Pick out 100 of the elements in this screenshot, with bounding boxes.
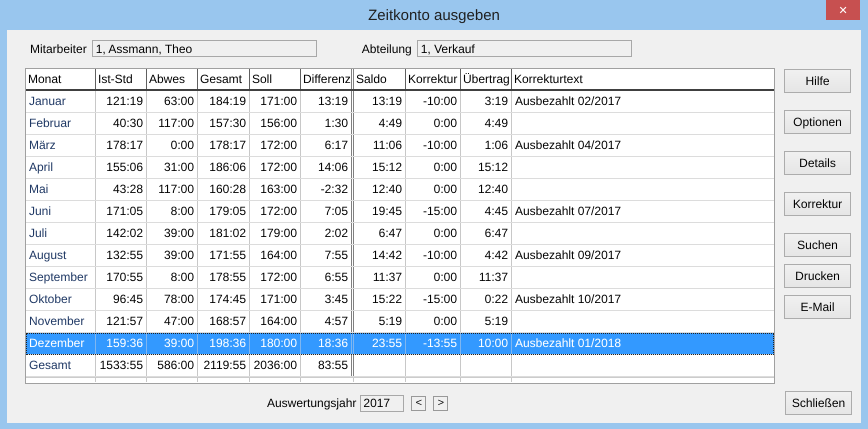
table-cell: 11:37 [461, 267, 512, 288]
column-header[interactable]: Abwes [147, 69, 198, 89]
side-button[interactable]: Korrektur [784, 192, 851, 216]
table-cell: 171:55 [198, 245, 250, 266]
table-cell: 171:00 [250, 91, 301, 112]
table-cell: Dezember [26, 333, 96, 354]
table-cell: 117:00 [147, 179, 198, 200]
table-cell: 40:30 [96, 113, 147, 134]
table-cell: Februar [26, 113, 96, 134]
side-button[interactable]: Hilfe [784, 69, 851, 93]
table-cell: -10:00 [406, 245, 461, 266]
table-cell: 11:37 [354, 267, 406, 288]
table-cell: Gesamt [26, 355, 96, 376]
table-cell: 12:40 [461, 179, 512, 200]
side-button[interactable]: Details [784, 151, 851, 175]
table-cell: 172:00 [250, 157, 301, 178]
column-header[interactable]: Saldo [354, 69, 406, 89]
table-cell: 8:00 [147, 201, 198, 222]
table-cell: Ausbezahlt 07/2017 [512, 201, 774, 222]
column-header[interactable]: Monat [26, 69, 96, 89]
table-cell: 7:05 [301, 201, 354, 222]
table-cell: 178:17 [198, 135, 250, 156]
table-cell: Juli [26, 223, 96, 244]
table-cell: 171:00 [250, 289, 301, 310]
close-button[interactable]: Schließen [785, 391, 852, 415]
table-cell: -2:32 [301, 179, 354, 200]
table-cell: 164:00 [250, 311, 301, 332]
table-cell: 198:36 [198, 333, 250, 354]
table-cell: 181:02 [198, 223, 250, 244]
table-row[interactable]: Juni 171:05 8:00 179:05 172:00 7:05 19:45 -15:00 4:45 Ausbezahlt 07/2017 [26, 201, 774, 223]
table-cell: 11:06 [354, 135, 406, 156]
table-cell: 155:06 [96, 157, 147, 178]
table-cell: 4:49 [354, 113, 406, 134]
side-button[interactable]: Suchen [784, 233, 851, 257]
table-cell: Ausbezahlt 10/2017 [512, 289, 774, 310]
column-header[interactable]: Ist-Std [96, 69, 147, 89]
table-cell: 179:00 [250, 223, 301, 244]
column-header[interactable]: Differenz [301, 69, 354, 89]
table-row[interactable]: Januar 121:19 63:00 184:19 171:00 13:19 13:19 -10:00 3:19 Ausbezahlt 02/2017 [26, 91, 774, 113]
table-cell: 13:19 [354, 91, 406, 112]
table-cell: 160:28 [198, 179, 250, 200]
table-cell: 7:55 [301, 245, 354, 266]
side-button[interactable]: Optionen [784, 110, 851, 134]
table-cell: 15:22 [354, 289, 406, 310]
table-cell: 83:55 [301, 355, 354, 376]
field-label: Abteilung [362, 42, 412, 56]
table-cell: Ausbezahlt 04/2017 [512, 135, 774, 156]
table-cell: 180:00 [250, 333, 301, 354]
previous-button[interactable]: < [411, 396, 426, 410]
close-icon[interactable]: ✕ [826, 0, 860, 20]
column-header[interactable]: Gesamt [198, 69, 250, 89]
table-cell: 5:19 [354, 311, 406, 332]
table-cell: 2119:55 [198, 355, 250, 376]
side-button[interactable]: Drucken [784, 264, 851, 288]
column-header[interactable]: Korrekturtext [512, 69, 774, 89]
table-cell: 171:05 [96, 201, 147, 222]
table-row[interactable]: Juli 142:02 39:00 181:02 179:00 2:02 6:47 0:00 6:47 [26, 223, 774, 245]
table-cell: 6:47 [354, 223, 406, 244]
table-cell: 10:00 [461, 333, 512, 354]
window-title: Zeitkonto ausgeben [368, 6, 500, 24]
input-field[interactable]: 1, Verkauf [416, 40, 632, 57]
table-cell: 0:00 [406, 223, 461, 244]
table-cell: 186:06 [198, 157, 250, 178]
table-cell: 4:45 [461, 201, 512, 222]
table-cell: 156:00 [250, 113, 301, 134]
table-row[interactable]: Oktober 96:45 78:00 174:45 171:00 3:45 15:22 -15:00 0:22 Ausbezahlt 10/2017 [26, 289, 774, 311]
table-cell: 2:02 [301, 223, 354, 244]
table-row[interactable]: August 132:55 39:00 171:55 164:00 7:55 14:42 -10:00 4:42 Ausbezahlt 09/2017 [26, 245, 774, 267]
table-cell: 2036:00 [250, 355, 301, 376]
year-field[interactable]: 2017 [360, 394, 404, 412]
table-row[interactable]: April 155:06 31:00 186:06 172:00 14:06 15:12 0:00 15:12 [26, 157, 774, 179]
table-cell: 6:17 [301, 135, 354, 156]
column-header[interactable]: Übertrag [461, 69, 512, 89]
input-field[interactable]: 1, Assmann, Theo [92, 40, 317, 57]
table-row[interactable]: März 178:17 0:00 178:17 172:00 6:17 11:06 -10:00 1:06 Ausbezahlt 04/2017 [26, 135, 774, 157]
table-cell: 4:49 [461, 113, 512, 134]
table-cell: Ausbezahlt 09/2017 [512, 245, 774, 266]
table-cell: 170:55 [96, 267, 147, 288]
column-header[interactable]: Soll [250, 69, 301, 89]
table-row[interactable]: September 170:55 8:00 178:55 172:00 6:55 11:37 0:00 11:37 [26, 267, 774, 289]
table-cell: 1533:55 [96, 355, 147, 376]
side-button[interactable]: E-Mail [784, 295, 851, 319]
table-cell: 163:00 [250, 179, 301, 200]
table-cell: -15:00 [406, 201, 461, 222]
table-row[interactable]: Mai 43:28 117:00 160:28 163:00 -2:32 12:40 0:00 12:40 [26, 179, 774, 201]
table-cell: 13:19 [301, 91, 354, 112]
table-cell: 0:00 [406, 267, 461, 288]
column-header[interactable]: Korrektur [406, 69, 461, 89]
table-cell: 0:22 [461, 289, 512, 310]
table-cell: 15:12 [461, 157, 512, 178]
table-row[interactable]: Februar 40:30 117:00 157:30 156:00 1:30 4:49 0:00 4:49 [26, 113, 774, 135]
table-cell: 19:45 [354, 201, 406, 222]
table-cell: 39:00 [147, 245, 198, 266]
table-cell: 157:30 [198, 113, 250, 134]
next-button[interactable]: > [433, 396, 448, 410]
table-cell: 1:30 [301, 113, 354, 134]
table-cell: 78:00 [147, 289, 198, 310]
table-cell: 132:55 [96, 245, 147, 266]
table-cell: März [26, 135, 96, 156]
table-cell: -15:00 [406, 289, 461, 310]
